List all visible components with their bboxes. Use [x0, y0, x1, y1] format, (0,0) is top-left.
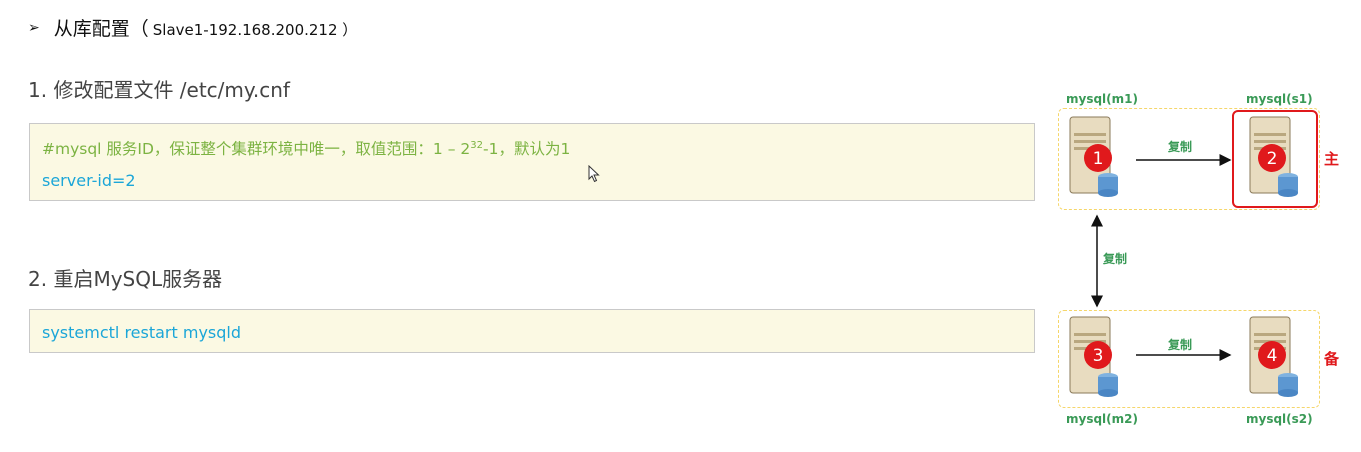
step1-label: 1. 修改配置文件 /etc/my.cnf: [28, 78, 290, 102]
step2-label: 2. 重启MySQL服务器: [28, 267, 223, 291]
config-comment-main: #mysql 服务ID，保证整个集群环境中唯一，取值范围：1 – 2: [42, 140, 471, 158]
config-comment: #mysql 服务ID，保证整个集群环境中唯一，取值范围：1 – 232-1，默…: [42, 137, 570, 159]
config-comment-tail: -1，默认为1: [482, 140, 571, 158]
mouse-cursor-icon: [588, 165, 600, 183]
server-id-line: server-id=2: [42, 171, 136, 190]
config-code-block: #mysql 服务ID，保证整个集群环境中唯一，取值范围：1 – 232-1，默…: [29, 123, 1035, 201]
heading-title: 从库配置（: [53, 18, 149, 40]
replication-arrows: [1091, 154, 1232, 361]
restart-code-block: systemctl restart mysqld: [29, 309, 1035, 353]
backup-label: 备: [1324, 350, 1340, 368]
config-comment-sup: 32: [470, 139, 483, 151]
heading-ip: Slave1-192.168.200.212 ）: [152, 21, 358, 39]
replicate-label-bottom: 复制: [1168, 338, 1193, 352]
section-heading: ➢ 从库配置（ Slave1-192.168.200.212 ）: [28, 14, 357, 41]
replicate-label-vertical: 复制: [1103, 252, 1128, 266]
primary-label: 主: [1324, 150, 1340, 168]
restart-command: systemctl restart mysqld: [42, 323, 242, 342]
bullet-arrow-icon: ➢: [28, 19, 40, 36]
replicate-label-top: 复制: [1168, 140, 1193, 154]
replication-diagram: mysql(m1) mysql(s1) mysql(m2) mysql(s2) …: [1050, 88, 1350, 438]
